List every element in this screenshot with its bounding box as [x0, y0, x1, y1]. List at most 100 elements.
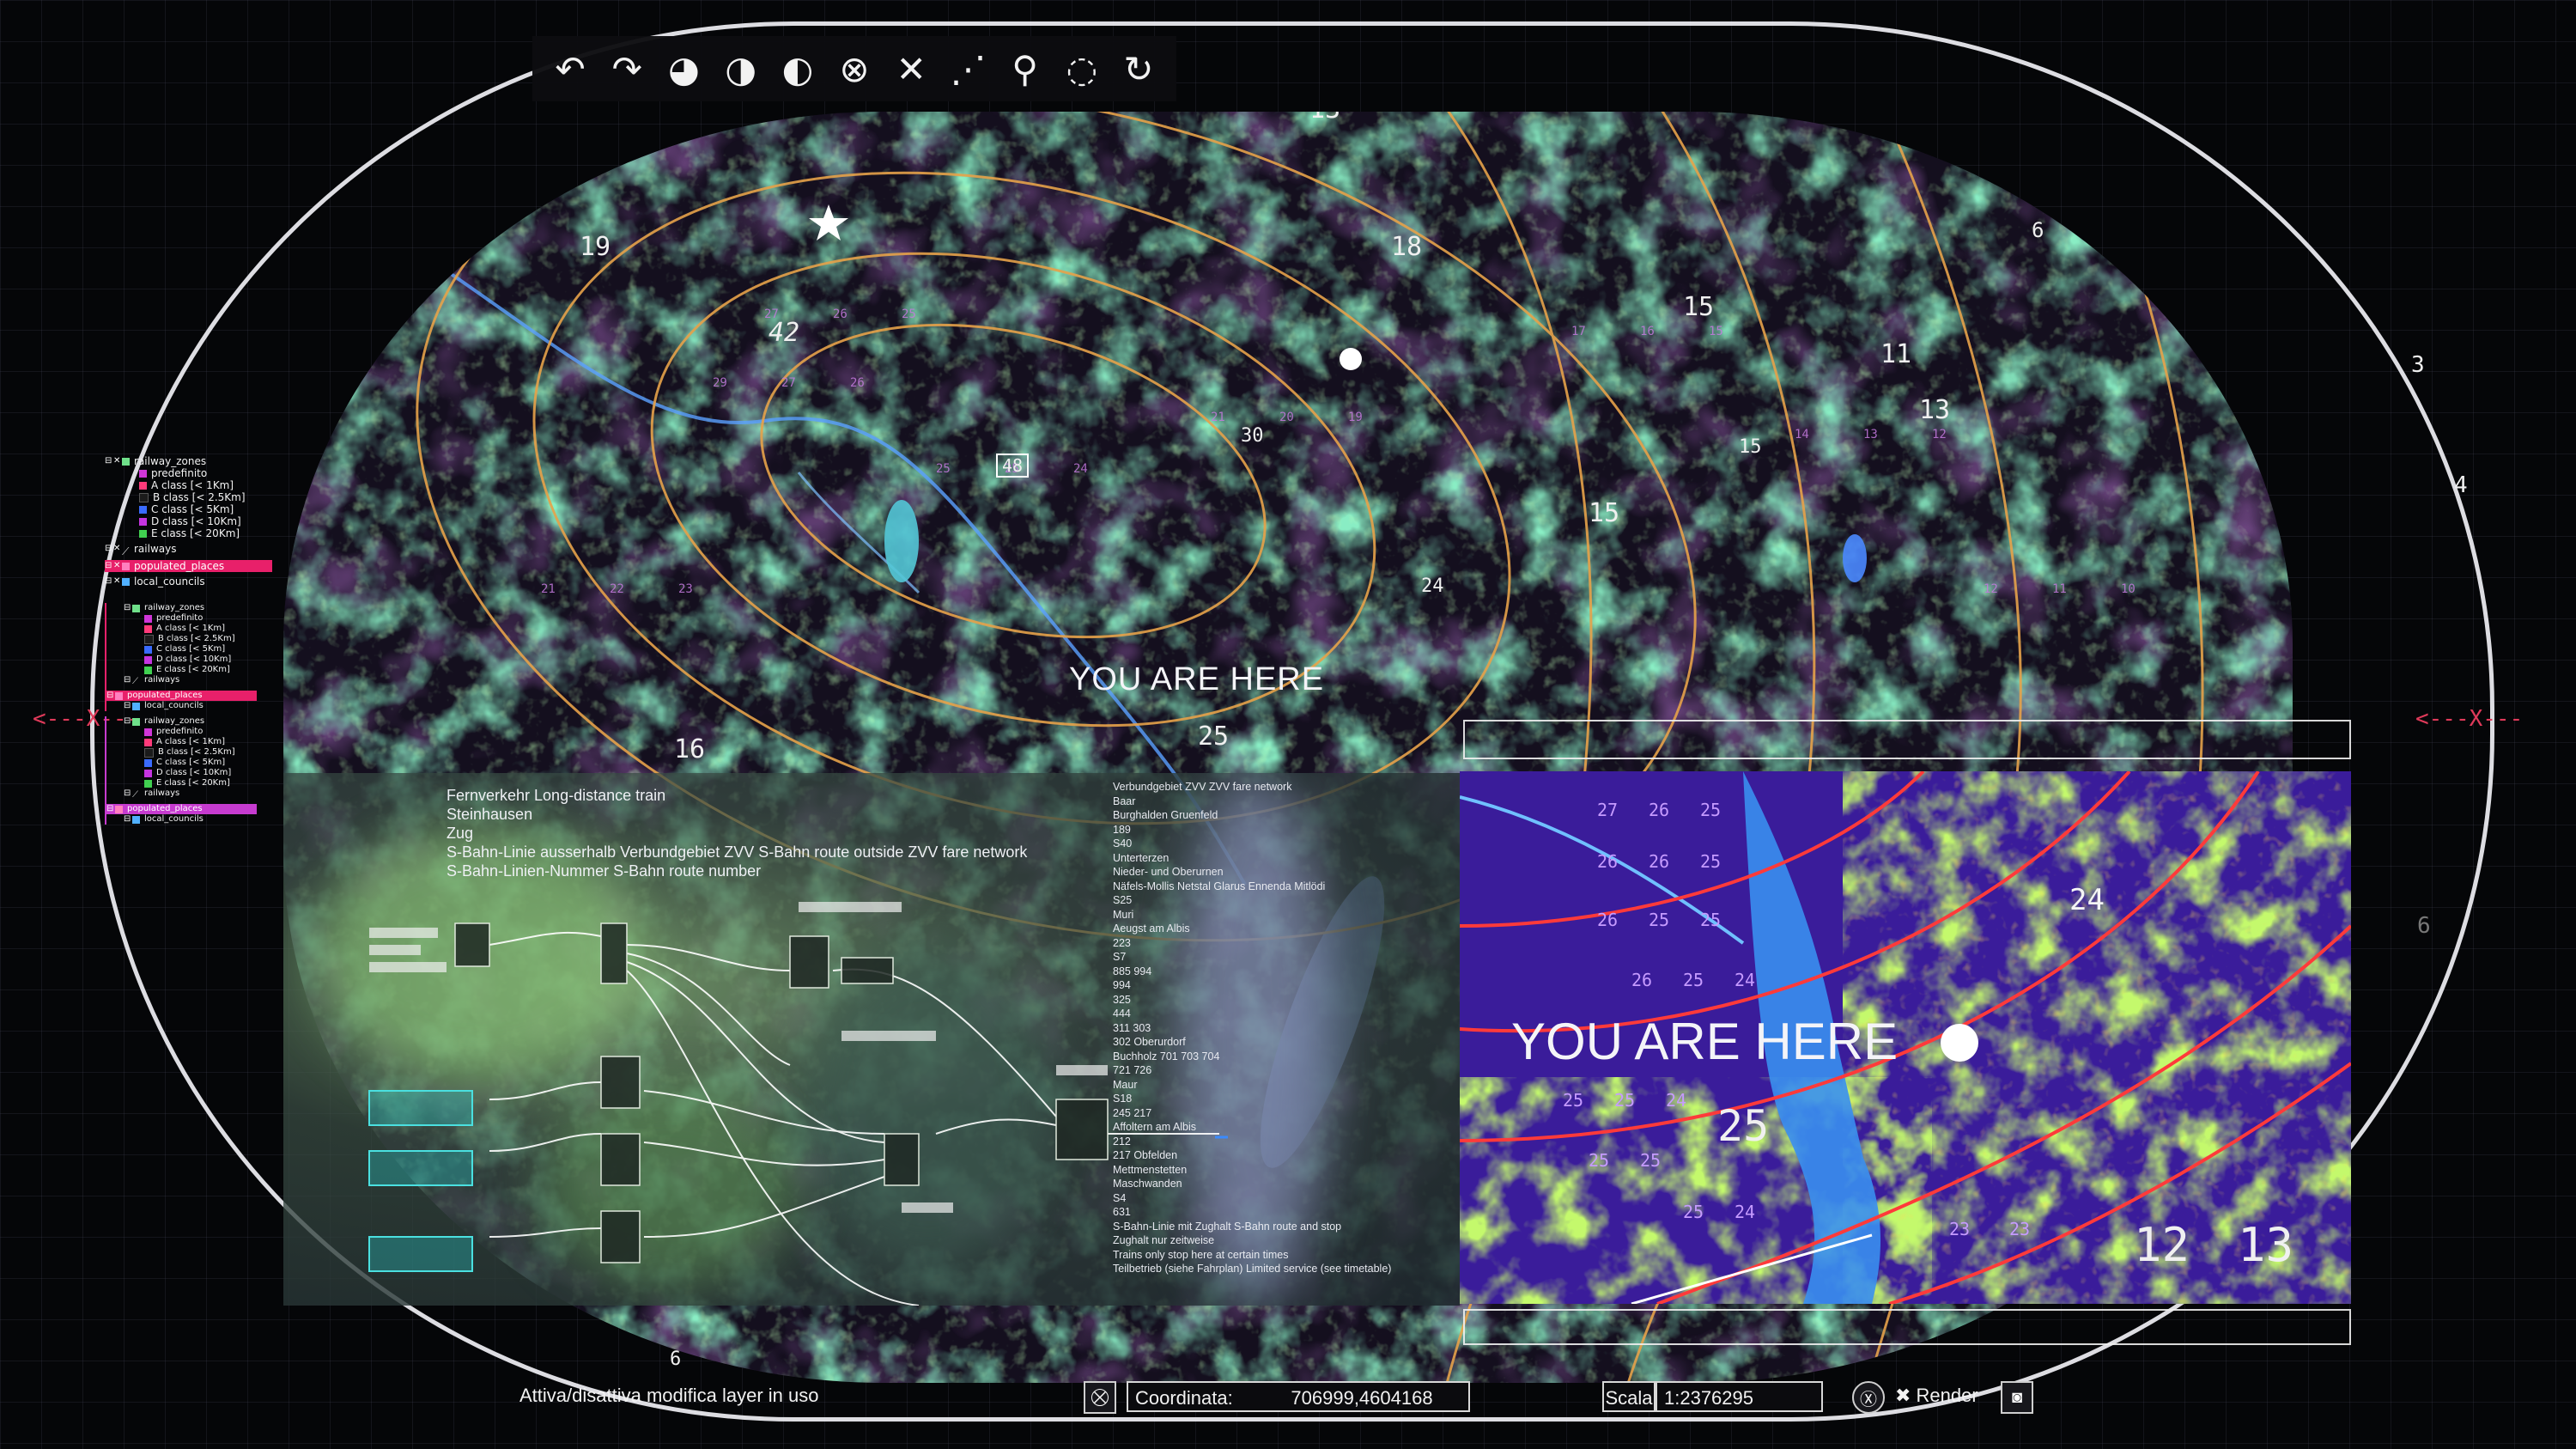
- class-swatch: [144, 728, 152, 736]
- layer-row-railway-zones[interactable]: ⊟ railway_zones: [124, 716, 272, 727]
- crs-icon[interactable]: Ⓧ: [1852, 1381, 1885, 1414]
- class-swatch: [139, 517, 147, 526]
- polygon-layer-icon: [122, 577, 130, 586]
- legend-right-line: S4: [1113, 1191, 1127, 1204]
- layer-row-populated-places[interactable]: ⊟ ✕ populated_places: [105, 560, 272, 572]
- legend-line: Zug: [447, 825, 474, 842]
- collapse-icon[interactable]: ⊟: [106, 804, 115, 814]
- layer-row-local-councils[interactable]: ⊟ local_councils: [124, 814, 272, 825]
- visibility-icon[interactable]: ✕: [113, 543, 122, 555]
- layer-row-populated-places[interactable]: ⊟ populated_places: [106, 804, 257, 814]
- layer-row-class: D class [< 10Km]: [105, 515, 272, 527]
- render-checkbox[interactable]: ✖ Render: [1895, 1385, 1978, 1407]
- legend-right-line: Näfels-Mollis Netstal Glarus Ennenda Mit…: [1113, 880, 1326, 892]
- legend-right-line: 302 Oberurdorf: [1113, 1036, 1186, 1048]
- legend-right-line: 245 217: [1113, 1106, 1152, 1119]
- svg-text:24: 24: [1735, 1202, 1755, 1222]
- inset-corner-label: 12: [2134, 1218, 2190, 1272]
- legend-main: Fernverkehr Long-distance train Steinhau…: [447, 786, 1027, 880]
- layer-row-class: B class [< 2.5Km]: [124, 747, 272, 758]
- collapse-icon[interactable]: ⊟: [105, 560, 113, 572]
- legend-right-line: Aeugst am Albis: [1113, 922, 1190, 935]
- status-bar: Attiva/disattiva modifica layer in uso ⛒…: [507, 1378, 2052, 1419]
- coordinate-label: Coordinata:: [1127, 1381, 1276, 1412]
- scale-label: Scala: [1602, 1381, 1656, 1412]
- contour-label: 3: [2411, 352, 2425, 378]
- pan-layer-icon[interactable]: ◐: [774, 44, 822, 94]
- clear-selection-icon[interactable]: ✕: [887, 44, 935, 94]
- visibility-icon[interactable]: ✕: [113, 560, 122, 572]
- collapse-icon[interactable]: ⊟: [106, 691, 115, 701]
- messages-icon[interactable]: ◙: [2001, 1381, 2033, 1414]
- class-label: A class [< 1Km]: [156, 624, 226, 633]
- legend-line: S-Bahn-Linie ausserhalb Verbundgebiet ZV…: [447, 843, 1028, 861]
- collapse-icon[interactable]: ⊟: [124, 603, 132, 613]
- inset-here-value: 25: [1717, 1101, 1770, 1151]
- collapse-icon[interactable]: ⊟: [105, 543, 113, 555]
- visibility-icon[interactable]: ✕: [113, 455, 122, 467]
- layer-row-local-councils[interactable]: ⊟ ✕ local_councils: [105, 575, 272, 588]
- class-swatch: [144, 779, 152, 788]
- collapse-icon[interactable]: ⊟: [105, 455, 113, 467]
- layer-row-local-councils[interactable]: ⊟ local_councils: [124, 701, 272, 711]
- class-label: A class [< 1Km]: [151, 479, 234, 491]
- layer-row-railways[interactable]: ⊟ ✕ ⟋ railways: [105, 543, 272, 557]
- redo-icon[interactable]: ↷: [603, 44, 651, 94]
- legend-right-line: 212: [1113, 1135, 1131, 1148]
- legend-right-line: 223: [1113, 936, 1131, 949]
- lasso-icon[interactable]: ◌: [1058, 44, 1106, 94]
- collapse-icon[interactable]: ⊟: [124, 716, 132, 727]
- node-edit-icon[interactable]: ⋰: [944, 44, 992, 94]
- class-swatch: [144, 738, 152, 746]
- layer-name: railways: [134, 543, 177, 555]
- add-layer-icon[interactable]: ◕: [659, 44, 708, 94]
- class-swatch: [144, 624, 152, 633]
- layer-row-populated-places[interactable]: ⊟ populated_places: [106, 691, 257, 701]
- collapse-icon[interactable]: ⊟: [105, 575, 113, 588]
- remove-layer-icon[interactable]: ◑: [717, 44, 765, 94]
- layer-row-railway-zones[interactable]: ⊟ ✕ railway_zones: [105, 455, 272, 467]
- class-label: E class [< 20Km]: [156, 665, 230, 674]
- collapse-icon[interactable]: ⊟: [124, 675, 132, 685]
- inset-title-bar: [1463, 720, 2351, 759]
- layer-row-railway-zones[interactable]: ⊟ railway_zones: [124, 603, 272, 613]
- svg-text:25: 25: [1589, 1150, 1609, 1171]
- layer-name: railways: [144, 675, 180, 685]
- layer-row-class: A class [< 1Km]: [105, 479, 272, 491]
- collapse-icon[interactable]: ⊟: [124, 814, 132, 825]
- class-swatch: [139, 529, 147, 538]
- svg-text:25: 25: [1614, 1090, 1635, 1111]
- layer-tree-group-2: ⊟ railway_zones predefinito A class [< 1…: [105, 603, 272, 711]
- walk-icon[interactable]: ⚲: [1001, 44, 1049, 94]
- legend-right-line: 631: [1113, 1206, 1131, 1218]
- legend-right: Verbundgebiet ZVV ZVV fare network Baar Bu…: [1113, 780, 1391, 1276]
- layer-row-class: C class [< 5Km]: [124, 758, 272, 768]
- svg-text:27: 27: [1597, 800, 1618, 820]
- collapse-icon[interactable]: ⊟: [124, 701, 132, 711]
- class-swatch: [144, 769, 152, 777]
- layer-row-railways[interactable]: ⊟ ⟋ railways: [124, 788, 272, 800]
- collapse-icon[interactable]: ⊟: [124, 788, 132, 799]
- undo-icon[interactable]: ↶: [546, 44, 594, 94]
- visibility-icon[interactable]: ✕: [113, 575, 122, 588]
- layer-name: populated_places: [127, 804, 203, 813]
- line-layer-icon: ⟋: [132, 676, 138, 686]
- layer-row-class: D class [< 10Km]: [124, 768, 272, 778]
- svg-text:26: 26: [1649, 851, 1669, 872]
- layer-row-predefinito: predefinito: [105, 467, 272, 479]
- svg-text:26: 26: [1631, 970, 1652, 990]
- layer-row-class: C class [< 5Km]: [124, 644, 272, 654]
- class-swatch: [144, 614, 152, 623]
- delete-feature-icon[interactable]: ⊗: [830, 44, 878, 94]
- class-swatch: [144, 655, 152, 664]
- class-label: C class [< 5Km]: [156, 758, 226, 767]
- coordinate-value[interactable]: 706999,4604168: [1255, 1381, 1470, 1412]
- edit-toggle-icon[interactable]: ⛒: [1084, 1381, 1116, 1414]
- zoom-inset[interactable]: 27 26 25 26 26 25 26 25 25 26 25 24 25 25 24 25 25 …: [1460, 771, 2351, 1304]
- scale-value[interactable]: 1:2376295: [1656, 1381, 1823, 1412]
- layer-row-railways[interactable]: ⊟ ⟋ railways: [124, 675, 272, 686]
- legend-right-line: S40: [1113, 837, 1133, 849]
- rotate-icon[interactable]: ↻: [1115, 44, 1163, 94]
- status-toggle-label[interactable]: Attiva/disattiva modifica layer in uso: [519, 1385, 819, 1407]
- line-layer-icon: ⟋: [122, 545, 130, 557]
